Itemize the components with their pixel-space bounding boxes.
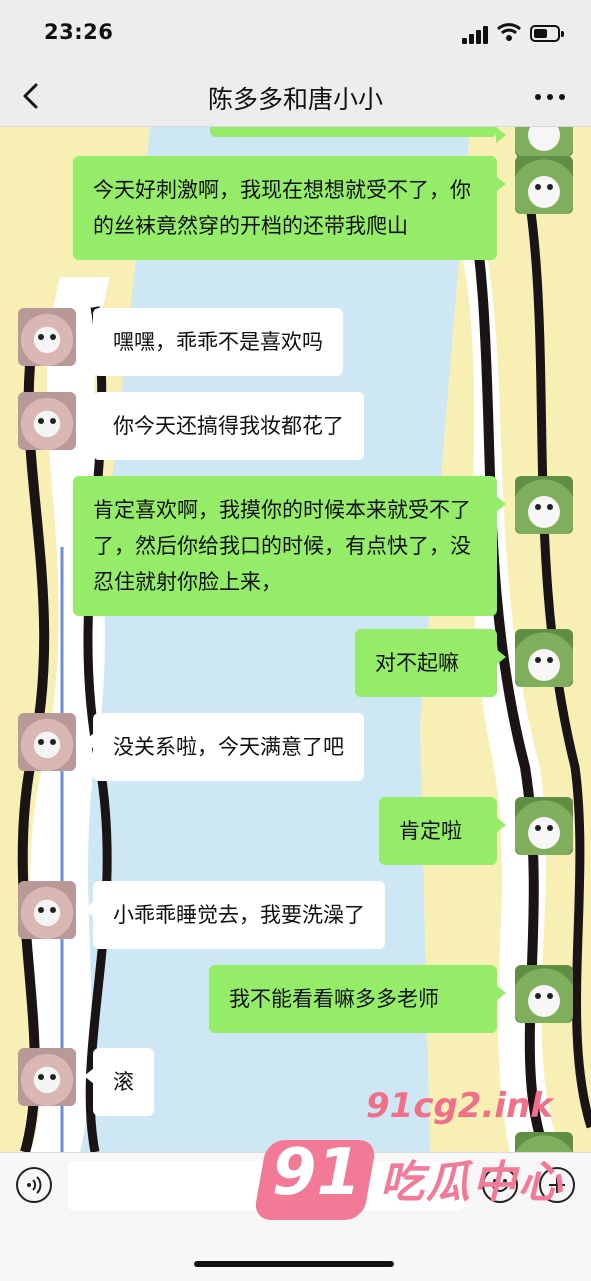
avatar-self[interactable] [515, 965, 573, 1023]
message-bubble-received[interactable]: 滚 [84, 1048, 154, 1116]
message-bubble-sent[interactable]: 今天好刺激啊，我现在想想就受不了，你的丝袜竟然穿的开档的还带我爬山 [73, 156, 506, 260]
input-bar [0, 1152, 591, 1281]
voice-icon[interactable] [16, 1167, 52, 1203]
avatar-self[interactable] [515, 476, 573, 534]
message-bubble-sent[interactable]: 肯定喜欢啊，我摸你的时候本来就受不了了，然后你给我口的时候，有点快了，没忍住就射… [73, 476, 506, 616]
avatar-self[interactable] [515, 629, 573, 687]
plus-icon[interactable] [539, 1167, 575, 1203]
more-icon[interactable] [533, 82, 567, 110]
chat-area[interactable]: 今天好刺激啊，我现在想想就受不了，你的丝袜竟然穿的开档的还带我爬山 嘿嘿，乖乖不… [0, 127, 591, 1152]
wifi-icon [496, 23, 522, 41]
avatar-contact[interactable] [18, 713, 76, 771]
signal-icon [462, 26, 488, 44]
message-bubble-received[interactable]: 小乖乖睡觉去，我要洗澡了 [84, 881, 385, 949]
avatar-self[interactable] [515, 797, 573, 855]
avatar-contact[interactable] [18, 392, 76, 450]
avatar-self[interactable] [515, 156, 573, 214]
chat-title: 陈多多和唐小小 [207, 85, 383, 114]
battery-icon [530, 25, 564, 42]
home-indicator[interactable] [194, 1261, 394, 1267]
message-input[interactable] [68, 1161, 464, 1211]
message-bubble-received[interactable]: 没关系啦，今天满意了吧 [84, 713, 364, 781]
emoji-icon[interactable] [482, 1167, 518, 1203]
status-time: 23:26 [44, 20, 114, 44]
nav-bar: 陈多多和唐小小 [0, 66, 591, 127]
avatar-contact[interactable] [18, 308, 76, 366]
avatar-self[interactable] [515, 127, 573, 157]
message-bubble-partial[interactable] [210, 127, 506, 143]
message-bubble-sent[interactable]: 对不起嘛 [355, 629, 506, 697]
avatar-contact[interactable] [18, 881, 76, 939]
message-bubble-sent[interactable]: 我不能看看嘛多多老师 [209, 965, 506, 1033]
message-bubble-sent[interactable]: 肯定啦 [379, 797, 506, 865]
avatar-contact[interactable] [18, 1048, 76, 1106]
status-bar: 23:26 [0, 0, 591, 66]
avatar-self[interactable] [515, 1132, 573, 1152]
message-bubble-received[interactable]: 你今天还搞得我妆都花了 [84, 392, 364, 460]
message-bubble-received[interactable]: 嘿嘿，乖乖不是喜欢吗 [84, 308, 343, 376]
